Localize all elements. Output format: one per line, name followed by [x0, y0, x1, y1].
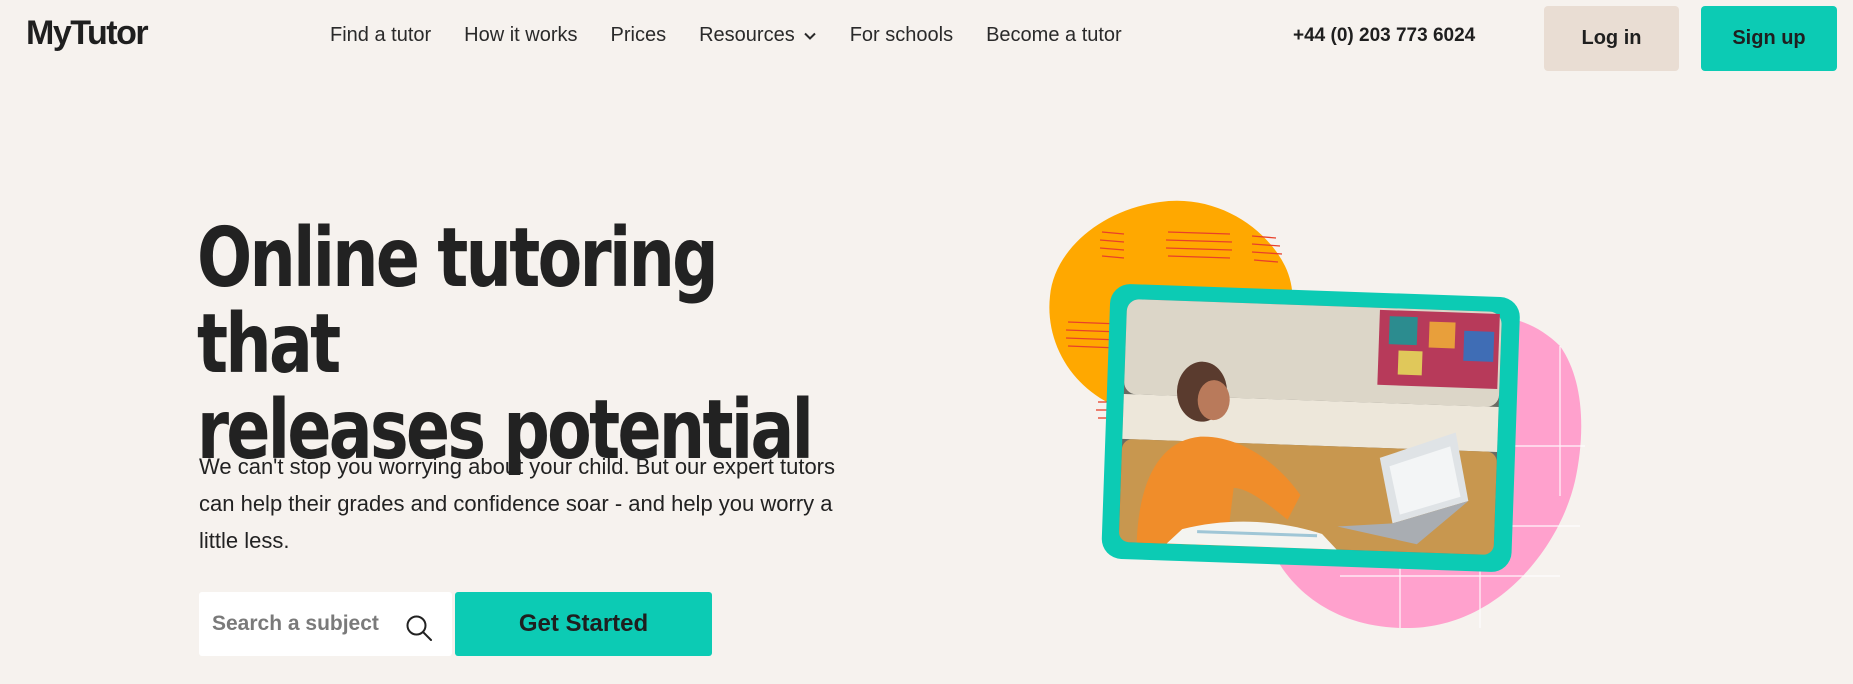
nav-how-it-works[interactable]: How it works: [464, 24, 577, 47]
phone-number[interactable]: +44 (0) 203 773 6024: [1293, 25, 1475, 47]
nav-for-schools[interactable]: For schools: [850, 24, 953, 47]
nav-resources[interactable]: Resources: [699, 24, 817, 47]
mytutor-logo[interactable]: MyTutor: [26, 14, 149, 53]
search-icon[interactable]: [405, 614, 433, 642]
nav-resources-label: Resources: [699, 24, 795, 46]
signup-button[interactable]: Sign up: [1701, 6, 1837, 71]
get-started-button[interactable]: Get Started: [455, 592, 712, 656]
search-input[interactable]: [212, 612, 392, 636]
main-nav: Find a tutor How it works Prices Resourc…: [330, 24, 1155, 47]
hero-title-line-1: Online tutoring that: [197, 211, 719, 392]
photo-frame: [1101, 284, 1520, 572]
chevron-down-icon: [804, 32, 816, 40]
nav-prices[interactable]: Prices: [611, 24, 667, 47]
hero-illustration: [1049, 200, 1585, 629]
hero-title: Online tutoring that releases potential: [197, 216, 814, 474]
hero-description: We can't stop you worrying about your ch…: [199, 454, 836, 553]
site-header: MyTutor Find a tutor How it works Prices…: [0, 0, 1853, 76]
nav-become-a-tutor[interactable]: Become a tutor: [986, 24, 1122, 47]
login-button[interactable]: Log in: [1544, 6, 1679, 71]
subject-search: [199, 592, 452, 656]
nav-find-a-tutor[interactable]: Find a tutor: [330, 24, 431, 47]
